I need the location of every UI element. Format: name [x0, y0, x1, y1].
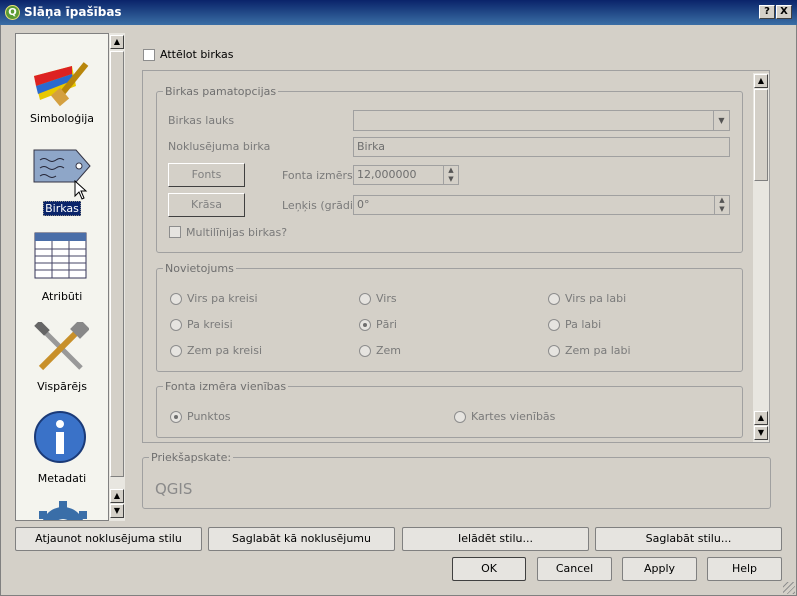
font-units-map-radio[interactable]	[454, 411, 466, 423]
load-style-button[interactable]: Ielādēt stilu...	[402, 527, 589, 551]
scroll-up-button[interactable]: ▲	[754, 74, 768, 88]
qgis-logo-icon: Q	[5, 5, 20, 20]
label-field-select[interactable]	[353, 110, 730, 131]
placement-label: Pa kreisi	[187, 318, 233, 331]
font-units-map-label: Kartes vienībās	[471, 410, 556, 423]
cancel-button[interactable]: Cancel	[537, 557, 612, 581]
group-title: Fonta izmēra vienības	[163, 380, 289, 393]
font-units-group: Fonta izmēra vienības Punktos Kartes vie…	[156, 380, 743, 438]
default-label-input[interactable]: Birka	[353, 137, 730, 157]
mouse-cursor-icon	[74, 180, 88, 200]
scroll-down-button[interactable]: ▼	[110, 504, 124, 518]
default-label-label: Noklusējuma birka	[168, 140, 271, 153]
preview-group: Priekšapskate: QGIS	[142, 451, 771, 509]
scroll-thumb[interactable]	[754, 89, 768, 181]
sidebar-item-label: Atribūti	[41, 290, 83, 303]
font-units-points-label: Punktos	[187, 410, 231, 423]
scroll-up-button[interactable]: ▲	[754, 411, 768, 425]
sidebar-item-label: Vispārējs	[37, 380, 87, 393]
group-title: Novietojums	[163, 262, 236, 275]
scroll-down-button[interactable]: ▼	[754, 426, 768, 440]
placement-radio-above-left[interactable]	[170, 293, 182, 305]
tools-icon	[34, 322, 89, 371]
font-button[interactable]: Fonts	[168, 163, 245, 187]
label-field-label: Birkas lauks	[168, 114, 235, 127]
angle-label: Leņķis (grādi)	[282, 199, 358, 212]
resize-grip-icon[interactable]	[783, 582, 795, 594]
sidebar: Simboloģija Birkas Atribūti Vispārējs Me…	[15, 33, 109, 521]
save-as-default-button[interactable]: Saglabāt kā noklusējumu	[208, 527, 395, 551]
table-icon	[34, 232, 87, 279]
sidebar-item-label: Simboloģija	[29, 112, 95, 125]
placement-radio-over[interactable]	[359, 319, 371, 331]
group-title: Priekšapskate:	[149, 451, 234, 464]
placement-radio-below[interactable]	[359, 345, 371, 357]
placement-label: Pa labi	[565, 318, 602, 331]
font-units-points-radio[interactable]	[170, 411, 182, 423]
scroll-up-button[interactable]: ▲	[110, 35, 124, 49]
color-button[interactable]: Krāsa	[168, 193, 245, 217]
placement-radio-left[interactable]	[170, 319, 182, 331]
placement-group: Novietojums Virs pa kreisi Virs Virs pa …	[156, 262, 743, 372]
placement-radio-above-right[interactable]	[548, 293, 560, 305]
placement-label: Virs pa kreisi	[187, 292, 258, 305]
gear-icon	[39, 501, 87, 520]
sidebar-item-labels[interactable]: Birkas	[16, 144, 108, 224]
font-size-stepper[interactable]: ▲ ▼	[443, 166, 458, 184]
apply-button[interactable]: Apply	[622, 557, 697, 581]
scroll-up-button[interactable]: ▲	[110, 489, 124, 503]
placement-label: Zem	[376, 344, 402, 357]
sidebar-item-label: Birkas	[16, 201, 108, 216]
preview-text: QGIS	[155, 480, 193, 498]
angle-input[interactable]: 0°	[353, 195, 730, 215]
placement-label: Virs pa labi	[565, 292, 627, 305]
sidebar-item-metadata[interactable]: Metadati	[16, 410, 108, 490]
placement-label: Pāri	[376, 318, 397, 331]
help-button[interactable]: Help	[707, 557, 782, 581]
multiline-checkbox[interactable]	[169, 226, 181, 238]
sidebar-scrollbar[interactable]: ▲ ▲ ▼	[109, 33, 125, 521]
angle-stepper[interactable]: ▲ ▼	[714, 196, 729, 214]
selected-label-highlight: Birkas	[43, 201, 81, 216]
sidebar-item-label: Metadati	[37, 472, 87, 485]
show-labels-checkbox[interactable]	[143, 49, 155, 61]
chevron-down-icon[interactable]: ▼	[713, 111, 729, 130]
placement-radio-below-left[interactable]	[170, 345, 182, 357]
window-title: Slāņa īpašības	[24, 5, 122, 19]
placement-radio-below-right[interactable]	[548, 345, 560, 357]
panel-scrollbar[interactable]: ▲ ▲ ▼	[753, 73, 769, 442]
info-icon	[34, 411, 86, 463]
close-button[interactable]: X	[776, 5, 792, 19]
multiline-label: Multilīnijas birkas?	[186, 226, 288, 239]
placement-label: Zem pa labi	[565, 344, 631, 357]
placement-radio-above[interactable]	[359, 293, 371, 305]
show-labels-label: Attēlot birkas	[160, 48, 234, 61]
sidebar-item-symbology[interactable]: Simboloģija	[16, 54, 108, 134]
ok-button[interactable]: OK	[452, 557, 526, 581]
basic-options-group: Birkas pamatopcijas Birkas lauks ▼ Noklu…	[156, 85, 743, 253]
font-size-label: Fonta izmērs	[282, 169, 353, 182]
brush-icon	[34, 62, 89, 107]
placement-label: Zem pa kreisi	[187, 344, 262, 357]
save-style-button[interactable]: Saglabāt stilu...	[595, 527, 782, 551]
placement-radio-right[interactable]	[548, 319, 560, 331]
restore-default-style-button[interactable]: Atjaunot noklusējuma stilu	[15, 527, 202, 551]
placement-label: Virs	[376, 292, 397, 305]
labels-settings-panel: Birkas pamatopcijas Birkas lauks ▼ Noklu…	[142, 70, 770, 443]
help-title-button[interactable]: ?	[759, 5, 775, 19]
group-title: Birkas pamatopcijas	[163, 85, 279, 98]
sidebar-item-general[interactable]: Vispārējs	[16, 322, 108, 402]
scroll-thumb[interactable]	[110, 51, 124, 477]
sidebar-item-attributes[interactable]: Atribūti	[16, 232, 108, 312]
title-bar: Q Slāņa īpašības ? X	[0, 0, 797, 25]
